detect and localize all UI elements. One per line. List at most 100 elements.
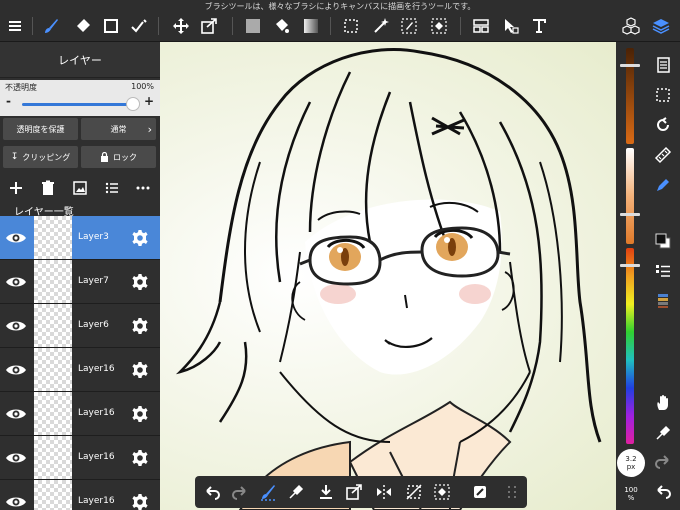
eraser-tool-button[interactable] [72,15,94,37]
layer-import-icon[interactable] [72,180,88,196]
layer-name: Layer16 [78,496,115,506]
blend-mode-button[interactable]: 通常 › [81,118,156,140]
layer-name: Layer7 [78,276,109,286]
brush-tool-button[interactable] [40,15,62,37]
zoom-indicator[interactable]: 100 % [621,486,641,502]
layer-list-icon[interactable] [104,180,120,196]
color-list-icon[interactable] [654,262,672,280]
undo-icon-right[interactable] [654,482,672,500]
blend-mode-label: 通常 [110,124,127,134]
rotate-icon[interactable] [654,116,672,134]
layer-settings-gear-icon[interactable] [131,317,149,335]
transform-tool-button[interactable] [198,15,220,37]
layer-row[interactable]: Layer16 [0,348,160,392]
trash-icon[interactable] [40,180,56,196]
layer-settings-gear-icon[interactable] [131,273,149,291]
color-swap-icon[interactable] [654,232,672,250]
snap-icon[interactable] [471,483,489,501]
redo-icon[interactable] [231,483,249,501]
save-download-icon[interactable] [317,483,335,501]
hue-handle[interactable] [620,264,640,267]
brush-size-button[interactable]: 3.2 px [617,449,645,477]
opacity-slider-handle[interactable] [126,97,140,111]
magic-wand-tool-button[interactable] [370,15,392,37]
brush-check-icon [131,19,147,33]
cubes-icon [622,17,640,35]
layer-row[interactable]: Layer16 [0,392,160,436]
ruler-icon[interactable] [654,146,672,164]
visibility-eye-icon[interactable] [5,493,27,510]
opacity-decrease-button[interactable]: - [6,94,11,108]
layer-name: Layer6 [78,320,109,330]
layer-thumbnail [34,304,72,347]
operation-tool-button[interactable] [500,15,522,37]
layer-row[interactable]: Layer6 [0,304,160,348]
layer-panel-title: レイヤー [0,42,160,78]
visibility-eye-icon[interactable] [5,317,27,335]
brush-size-unit: px [626,463,636,471]
flip-horizontal-icon[interactable] [375,483,393,501]
opacity-slider[interactable] [22,103,134,106]
layer-settings-gear-icon[interactable] [131,361,149,379]
layer-settings-gear-icon[interactable] [131,449,149,467]
layer-row[interactable]: Layer7 [0,260,160,304]
lock-button[interactable]: ロック [81,146,156,168]
transform-icon[interactable] [345,483,363,501]
shape-tool-button[interactable] [100,15,122,37]
add-layer-icon[interactable] [8,180,24,196]
canvas-artwork [175,47,602,510]
materials-button[interactable] [620,15,642,37]
gradient-tool-button[interactable] [300,15,322,37]
layer-settings-gear-icon[interactable] [131,229,149,247]
select-pen-tool-button[interactable] [398,15,420,37]
select-eraser-tool-button[interactable] [428,15,450,37]
text-tool-button[interactable] [528,15,550,37]
opacity-increase-button[interactable]: + [144,94,154,108]
visibility-eye-icon[interactable] [5,229,27,247]
deselect-icon[interactable] [405,483,423,501]
hue-strip[interactable] [626,248,634,444]
layer-name: Layer16 [78,364,115,374]
bucket-tool-button[interactable] [270,15,292,37]
frame-divider-tool-button[interactable] [470,15,492,37]
visibility-eye-icon[interactable] [5,405,27,423]
layer-row[interactable]: Layer16 [0,436,160,480]
layer-thumbnail [34,216,72,259]
brightness-handle[interactable] [620,64,640,67]
drawing-canvas[interactable] [160,42,616,510]
hand-icon[interactable] [654,394,672,412]
saturation-handle[interactable] [620,213,640,216]
menu-button[interactable] [4,15,26,37]
more-icon[interactable] [135,180,151,196]
redo-icon-right[interactable] [654,452,672,470]
eyedropper-icon[interactable] [287,483,305,501]
grip-icon[interactable] [503,483,521,501]
layer-thumbnail [34,348,72,391]
visibility-eye-icon[interactable] [5,273,27,291]
brush-icon [45,19,58,33]
layer-settings-gear-icon[interactable] [131,405,149,423]
move-tool-button[interactable] [170,15,192,37]
visibility-eye-icon[interactable] [5,449,27,467]
lock-label: ロック [113,152,137,162]
select-erase-icon[interactable] [433,483,451,501]
fill-color-tool-button[interactable] [242,15,264,37]
color-palette-icon[interactable] [654,292,672,310]
correction-tool-button[interactable] [128,15,150,37]
undo-icon[interactable] [203,483,221,501]
layer-row[interactable]: Layer16 [0,480,160,510]
selection-icon[interactable] [654,86,672,104]
brightness-strip[interactable] [626,48,634,144]
visibility-eye-icon[interactable] [5,361,27,379]
pen-icon[interactable] [654,176,672,194]
eyedropper-icon-right[interactable] [654,424,672,442]
document-icon[interactable] [654,56,672,74]
layer-settings-gear-icon[interactable] [131,493,149,510]
clipping-button[interactable]: ↧ クリッピング [3,146,78,168]
select-tool-button[interactable] [340,15,362,37]
saturation-strip[interactable] [626,148,634,244]
brush-settings-icon[interactable] [259,483,277,501]
layer-row[interactable]: Layer3 [0,216,160,260]
layers-toggle-button[interactable] [650,15,672,37]
protect-alpha-button[interactable]: 透明度を保護 [3,118,78,140]
